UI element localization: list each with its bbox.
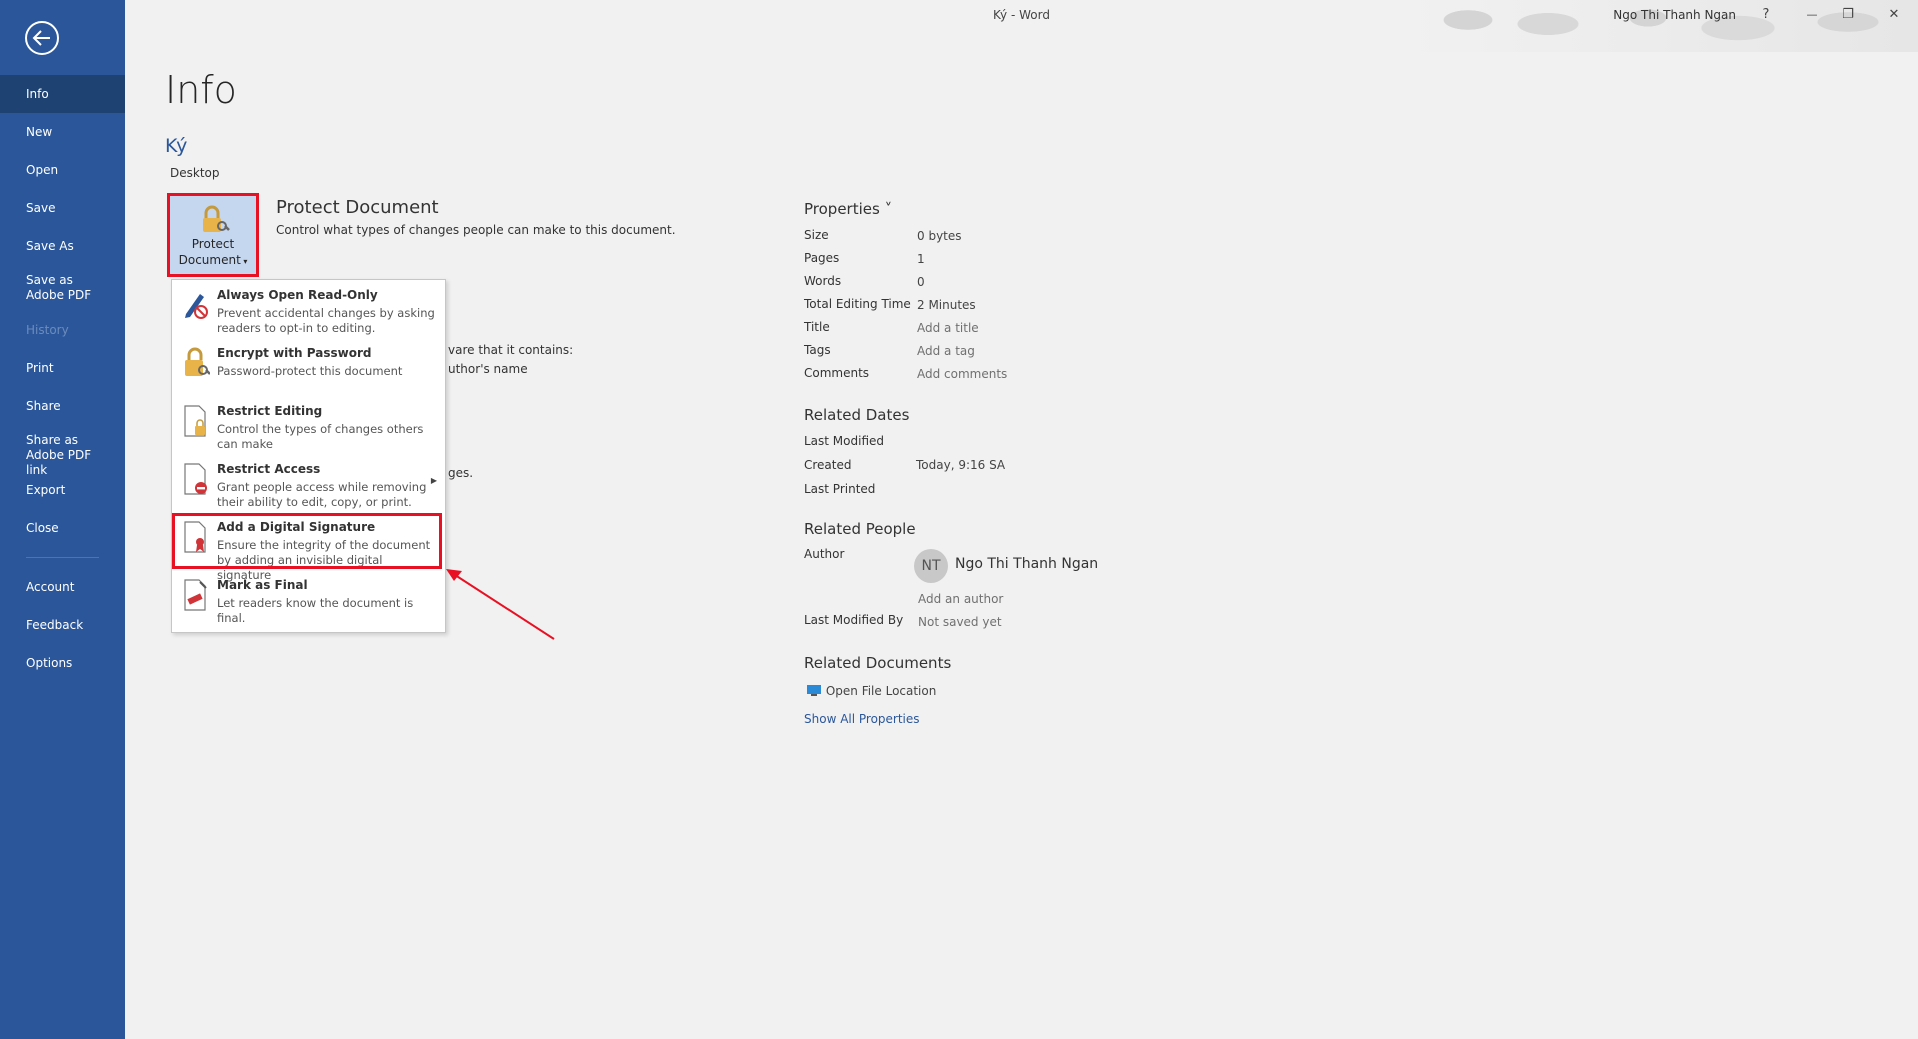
versions-partial-text: ges. [448,466,474,480]
sidebar-item-account[interactable]: Account [0,568,125,606]
protect-document-heading: Protect Document [276,197,439,218]
related-dates-header: Related Dates [804,406,910,424]
property-key: Tags [804,343,831,357]
submenu-arrow-icon: ▶ [430,476,437,485]
minimize-button[interactable]: — [1798,4,1826,26]
property-key: Last Modified [804,434,885,448]
property-value: Not saved yet [918,615,1002,629]
close-button[interactable]: ✕ [1880,4,1908,26]
highlight-box-digital-signature [172,513,442,569]
back-button[interactable] [25,21,59,55]
protect-document-button[interactable]: Protect Document ▾ [167,193,259,277]
property-value: Today, 9:16 SA [916,458,1006,472]
document-lock-icon [184,405,206,437]
sidebar-item-info[interactable]: Info [0,75,125,113]
document-location[interactable]: Desktop [170,166,220,180]
add-author-field[interactable]: Add an author [918,592,1003,606]
property-key: Last Printed [804,482,876,496]
tags-field[interactable]: Add a tag [917,344,975,358]
protect-document-description: Control what types of changes people can… [276,223,676,237]
sidebar-item-save-as[interactable]: Save As [0,227,125,265]
property-key: Comments [804,366,870,380]
signed-in-user[interactable]: Ngo Thi Thanh Ngan [1613,8,1736,22]
property-key: Words [804,274,842,288]
lock-key-icon [203,205,230,232]
help-button[interactable]: ? [1752,4,1780,26]
inspect-partial-text: vare that it contains: [448,343,574,357]
menu-item-mark-as-final[interactable]: Mark as Final Let readers know the docum… [172,572,445,628]
property-key: Size [804,228,829,242]
sidebar-divider [26,557,99,558]
sidebar-item-save[interactable]: Save [0,189,125,227]
annotation-arrow-icon [446,569,555,640]
sidebar-nav: Info New Open Save Save As Save as Adobe… [0,75,125,682]
property-key: Pages [804,251,840,265]
sidebar-item-feedback[interactable]: Feedback [0,606,125,644]
back-arrow-icon [32,30,50,46]
lock-key-icon [185,347,210,376]
protect-document-label: Protect Document ▾ [178,237,248,267]
open-file-location-link[interactable]: Open File Location [806,684,936,698]
menu-item-restrict-editing[interactable]: Restrict Editing Control the types of ch… [172,398,445,454]
property-value: 0 [917,275,925,289]
menu-item-restrict-access[interactable]: Restrict Access Grant people access whil… [172,456,445,512]
property-key: Title [804,320,830,334]
property-value: 2 Minutes [917,298,976,312]
sidebar-item-close[interactable]: Close [0,509,125,547]
related-documents-header: Related Documents [804,654,952,672]
show-all-properties-link[interactable]: Show All Properties [804,712,920,726]
title-field[interactable]: Add a title [917,321,979,335]
sidebar-item-save-as-adobe-pdf[interactable]: Save as Adobe PDF [0,265,110,311]
document-name: Ký [165,135,188,157]
document-stamp-icon [184,579,207,611]
backstage-sidebar: Info New Open Save Save As Save as Adobe… [0,0,125,1039]
title-bar: Ký - Word Ngo Thi Thanh Ngan ? — ❐ ✕ [125,0,1918,52]
author-name[interactable]: Ngo Thi Thanh Ngan [955,556,1098,572]
restore-button[interactable]: ❐ [1834,4,1862,26]
property-value: 1 [917,252,925,266]
property-key: Total Editing Time [804,297,911,311]
page-title: Info [165,68,237,112]
sidebar-item-options[interactable]: Options [0,644,125,682]
property-value: 0 bytes [917,229,962,243]
property-key: Author [804,547,845,561]
menu-item-encrypt-with-password[interactable]: Encrypt with Password Password-protect t… [172,340,445,396]
property-key: Created [804,458,852,472]
folder-monitor-icon [807,685,821,696]
sidebar-item-new[interactable]: New [0,113,125,151]
sidebar-item-share[interactable]: Share [0,387,125,425]
protect-document-menu: Always Open Read-Only Prevent accidental… [171,279,446,633]
property-key: Last Modified By [804,613,904,627]
comments-field[interactable]: Add comments [917,367,1007,381]
sidebar-item-share-adobe-pdf-link[interactable]: Share as Adobe PDF link [0,425,110,477]
sidebar-item-history: History [26,323,69,337]
related-people-header: Related People [804,520,916,538]
properties-header[interactable]: Properties ˅ [804,200,892,218]
pencil-no-icon [185,294,208,319]
sidebar-item-open[interactable]: Open [0,151,125,189]
document-restricted-icon [184,463,207,495]
sidebar-item-export[interactable]: Export [0,471,125,509]
menu-item-always-open-read-only[interactable]: Always Open Read-Only Prevent accidental… [172,282,445,338]
avatar[interactable]: NT [914,549,948,583]
sidebar-item-print[interactable]: Print [0,349,125,387]
inspect-partial-text: uthor's name [448,362,528,376]
